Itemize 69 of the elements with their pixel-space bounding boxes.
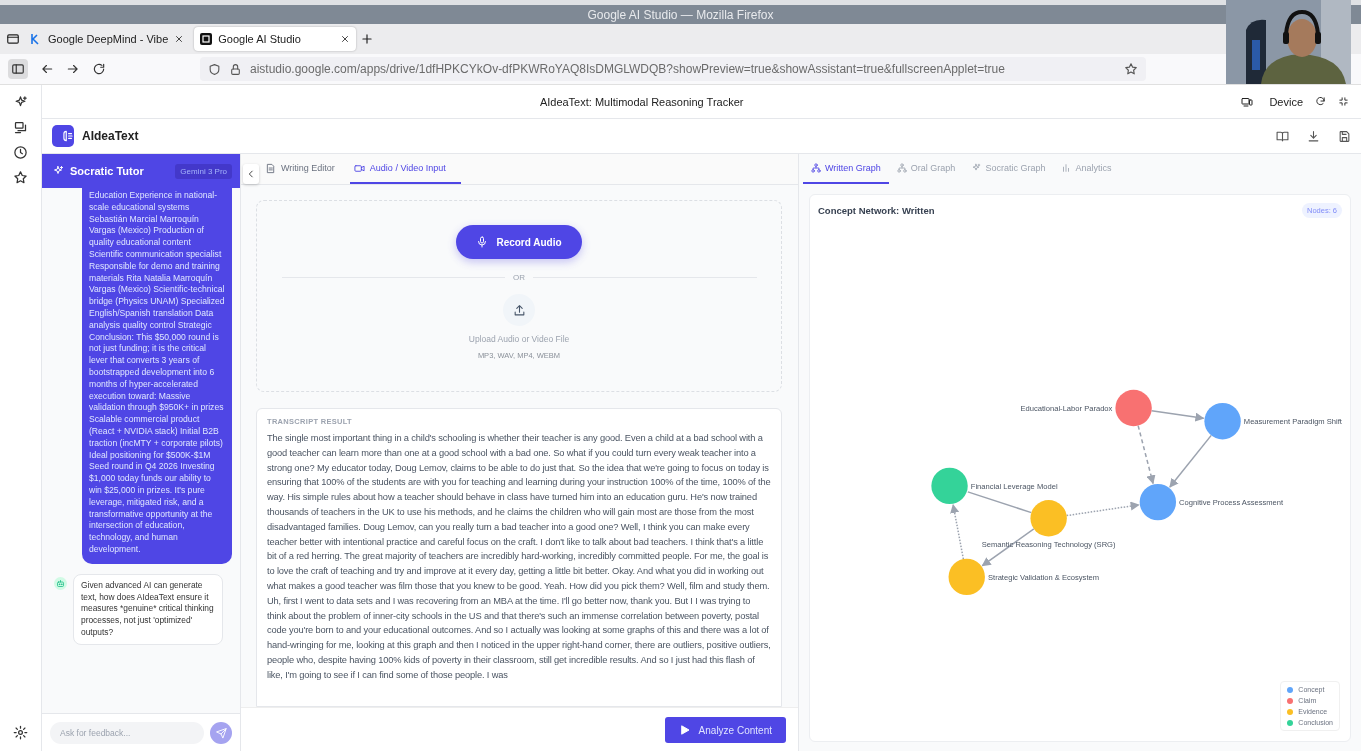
panel-title: Socratic Tutor: [70, 165, 144, 177]
sidebar-icon[interactable]: [8, 59, 28, 79]
video-icon: [353, 162, 365, 174]
logo-icon: [52, 125, 74, 147]
graph-edge: [1169, 434, 1212, 488]
upload-button[interactable]: [503, 294, 535, 326]
book-icon[interactable]: [1276, 129, 1289, 143]
assistant-message: Given advanced AI can generate text, how does AIdeaText ensure it measures *genuine* critical thinking processes, not just 'optimized' outputs?: [73, 573, 223, 645]
graph-edge: [1137, 424, 1156, 485]
browser-tab[interactable]: Google AI Studio: [194, 27, 357, 51]
favicon-icon: [200, 33, 213, 45]
sparkle-icon: [971, 163, 982, 173]
refresh-icon[interactable]: [1315, 96, 1326, 107]
graph-tab[interactable]: Written Graph: [803, 154, 889, 184]
stack-icon[interactable]: [13, 120, 28, 135]
window-title: Google AI Studio — Mozilla Firefox: [0, 5, 1361, 24]
graph-node[interactable]: [931, 467, 968, 505]
network-icon: [811, 163, 821, 173]
graph-node[interactable]: [1115, 389, 1152, 427]
back-icon[interactable]: [40, 62, 54, 76]
browser-tab[interactable]: Google DeepMind - Vibe: [24, 27, 191, 51]
record-button[interactable]: Record Audio: [456, 225, 582, 259]
settings-icon[interactable]: [13, 725, 28, 740]
feedback-input[interactable]: Ask for feedback...: [50, 722, 204, 744]
divider-label: OR: [513, 273, 525, 282]
lock-icon: [229, 62, 242, 76]
close-icon[interactable]: [340, 34, 351, 44]
device-icon: [1241, 95, 1254, 108]
history-icon[interactable]: [13, 145, 28, 160]
graph-edge: [950, 503, 965, 560]
graph-edge: [1150, 409, 1205, 422]
network-icon: [896, 163, 907, 173]
reload-icon[interactable]: [92, 62, 106, 76]
graph-edge: [967, 491, 1033, 514]
star-icon[interactable]: [13, 170, 28, 185]
bar-chart-icon: [1061, 163, 1072, 173]
graph-node[interactable]: [1204, 403, 1241, 440]
sparkle-icon: [52, 165, 64, 177]
input-tab[interactable]: Audio / Video Input: [349, 154, 461, 184]
app-name: AIdeaText: [82, 129, 140, 143]
save-icon[interactable]: [1338, 129, 1351, 143]
shield-icon: [208, 62, 221, 76]
address-bar[interactable]: aistudio.google.com/apps/drive/1dfHPKCYkOv-dfPKWRoYAQ8IsDMGLWDQB?showPreview=true&showAssistant=true&fullscreenApplet=true: [200, 57, 1146, 81]
upload-icon: [512, 303, 526, 317]
input-tab[interactable]: Writing Editor: [261, 154, 350, 184]
bot-icon: [54, 576, 67, 590]
download-icon[interactable]: [1307, 129, 1320, 143]
microphone-icon: [476, 236, 489, 248]
play-icon: [678, 724, 691, 736]
model-badge: Gemini 3 Pro: [175, 163, 232, 179]
graph-node[interactable]: [1030, 500, 1067, 537]
document-icon: [265, 162, 276, 174]
close-icon[interactable]: [174, 34, 185, 44]
analyze-button[interactable]: Analyze Content: [664, 717, 786, 743]
exit-fullscreen-icon[interactable]: [1338, 96, 1349, 107]
graph-title: Concept Network: Written: [818, 204, 936, 216]
tab-list-icon[interactable]: [6, 32, 20, 46]
transcript-text: The single most important thing in a child's schooling is whether their teacher is any good. Even a child at a bad school with a good teacher can learn more than one at a good school with a bad one. So what if you could turn every weak teacher into a strong one? My educator today, Doug Lemov, claims to be able to do just that. So the idea that we're going to focus on today is ensuring that 100% of the students are with you for teaching and learning during your instruction 100% of the time, 100% of the way. His simple rules about how a teacher should behave in class have turned him into an education guru. He's now trained thousands of teachers in the UK to use his methods, and he claims the children who will gain most are those from the most disadvantaged families. Doug Lemov, can you really turn a bad teacher into a good one? Well, I think you can make every teacher better with intentional practice and careful focus on the craft. I don't like to talk about bad teachers. I think that's a little bit of a red herring. The great majority of teachers are incredibly hard-working, incredibly committed people. For me, the goal is to love the craft of teaching and try and improve at it every day, getting a little bit better. Okay. And what you did in working out what makes a good teacher was film those that you knew to be good. Yeah. How did you pick them? Well, film and study them. Uh, first I went to data sets and I was recovering from an MBA at the time. I'll go better now, thank you. But I I was trying to think about the problem of inner-city schools in the US and that there's such an immense correlation between poverty, postal code you're born to and your educational outcomes. And so I actually was looking at some graphs of this and there was a lot of hand-wringing for me, looking at this graph and then I noticed in the upper right-hand corner, there are outliers, positive outliers, people who, despite having 100% kids of poverty in their classroom, still get incredible results. And so I just had this flash of like, I'm going to see if I can find some of those people. I was: [267, 432, 771, 682]
send-icon: [215, 727, 227, 739]
graph-node[interactable]: [948, 558, 985, 596]
graph-node[interactable]: [1139, 483, 1177, 521]
user-message: Education Experience in national-scale educational systems Sebastián Marcial Marroquín Vargas (Mexico) Production of quality educational content Scientific communication specialist Responsible for demo and training materials Rita Natalia Marroquín Vargas (Mexico) Scientific-technical bridge (Physics UNAM) Specialized English/Spanish translation Data analysis quality control Strategic Conclusion: This $50,000 round is not just funding; it is the critical lever that converts 3 years of bootstrapped development into 6 months of hyper-accelerated execution toward: Massive validation through $950K+ in prizes Scalable commercial product (React + NVIDIA stack) Initial B2B traction (incMTY + corporate pilots) Ideal positioning for $500K-$1M Seed round in Q4 2026 Investing $1,000 today funds our ability to win $25,000 in prizes. It's pure leverage, mitigated risk, and a transformative opportunity at the intersection of education, technology, and human development.: [82, 188, 232, 564]
forward-icon[interactable]: [66, 62, 80, 76]
new-tab-icon[interactable]: [360, 32, 375, 46]
upload-label: Upload Audio or Video File: [468, 334, 570, 344]
bookmark-star-icon[interactable]: [1124, 62, 1138, 76]
chevron-left-icon: [246, 169, 256, 179]
device-button[interactable]: Device: [1241, 95, 1303, 108]
applet-title: AIdeaText: Multimodal Reasoning Tracker: [538, 95, 745, 108]
